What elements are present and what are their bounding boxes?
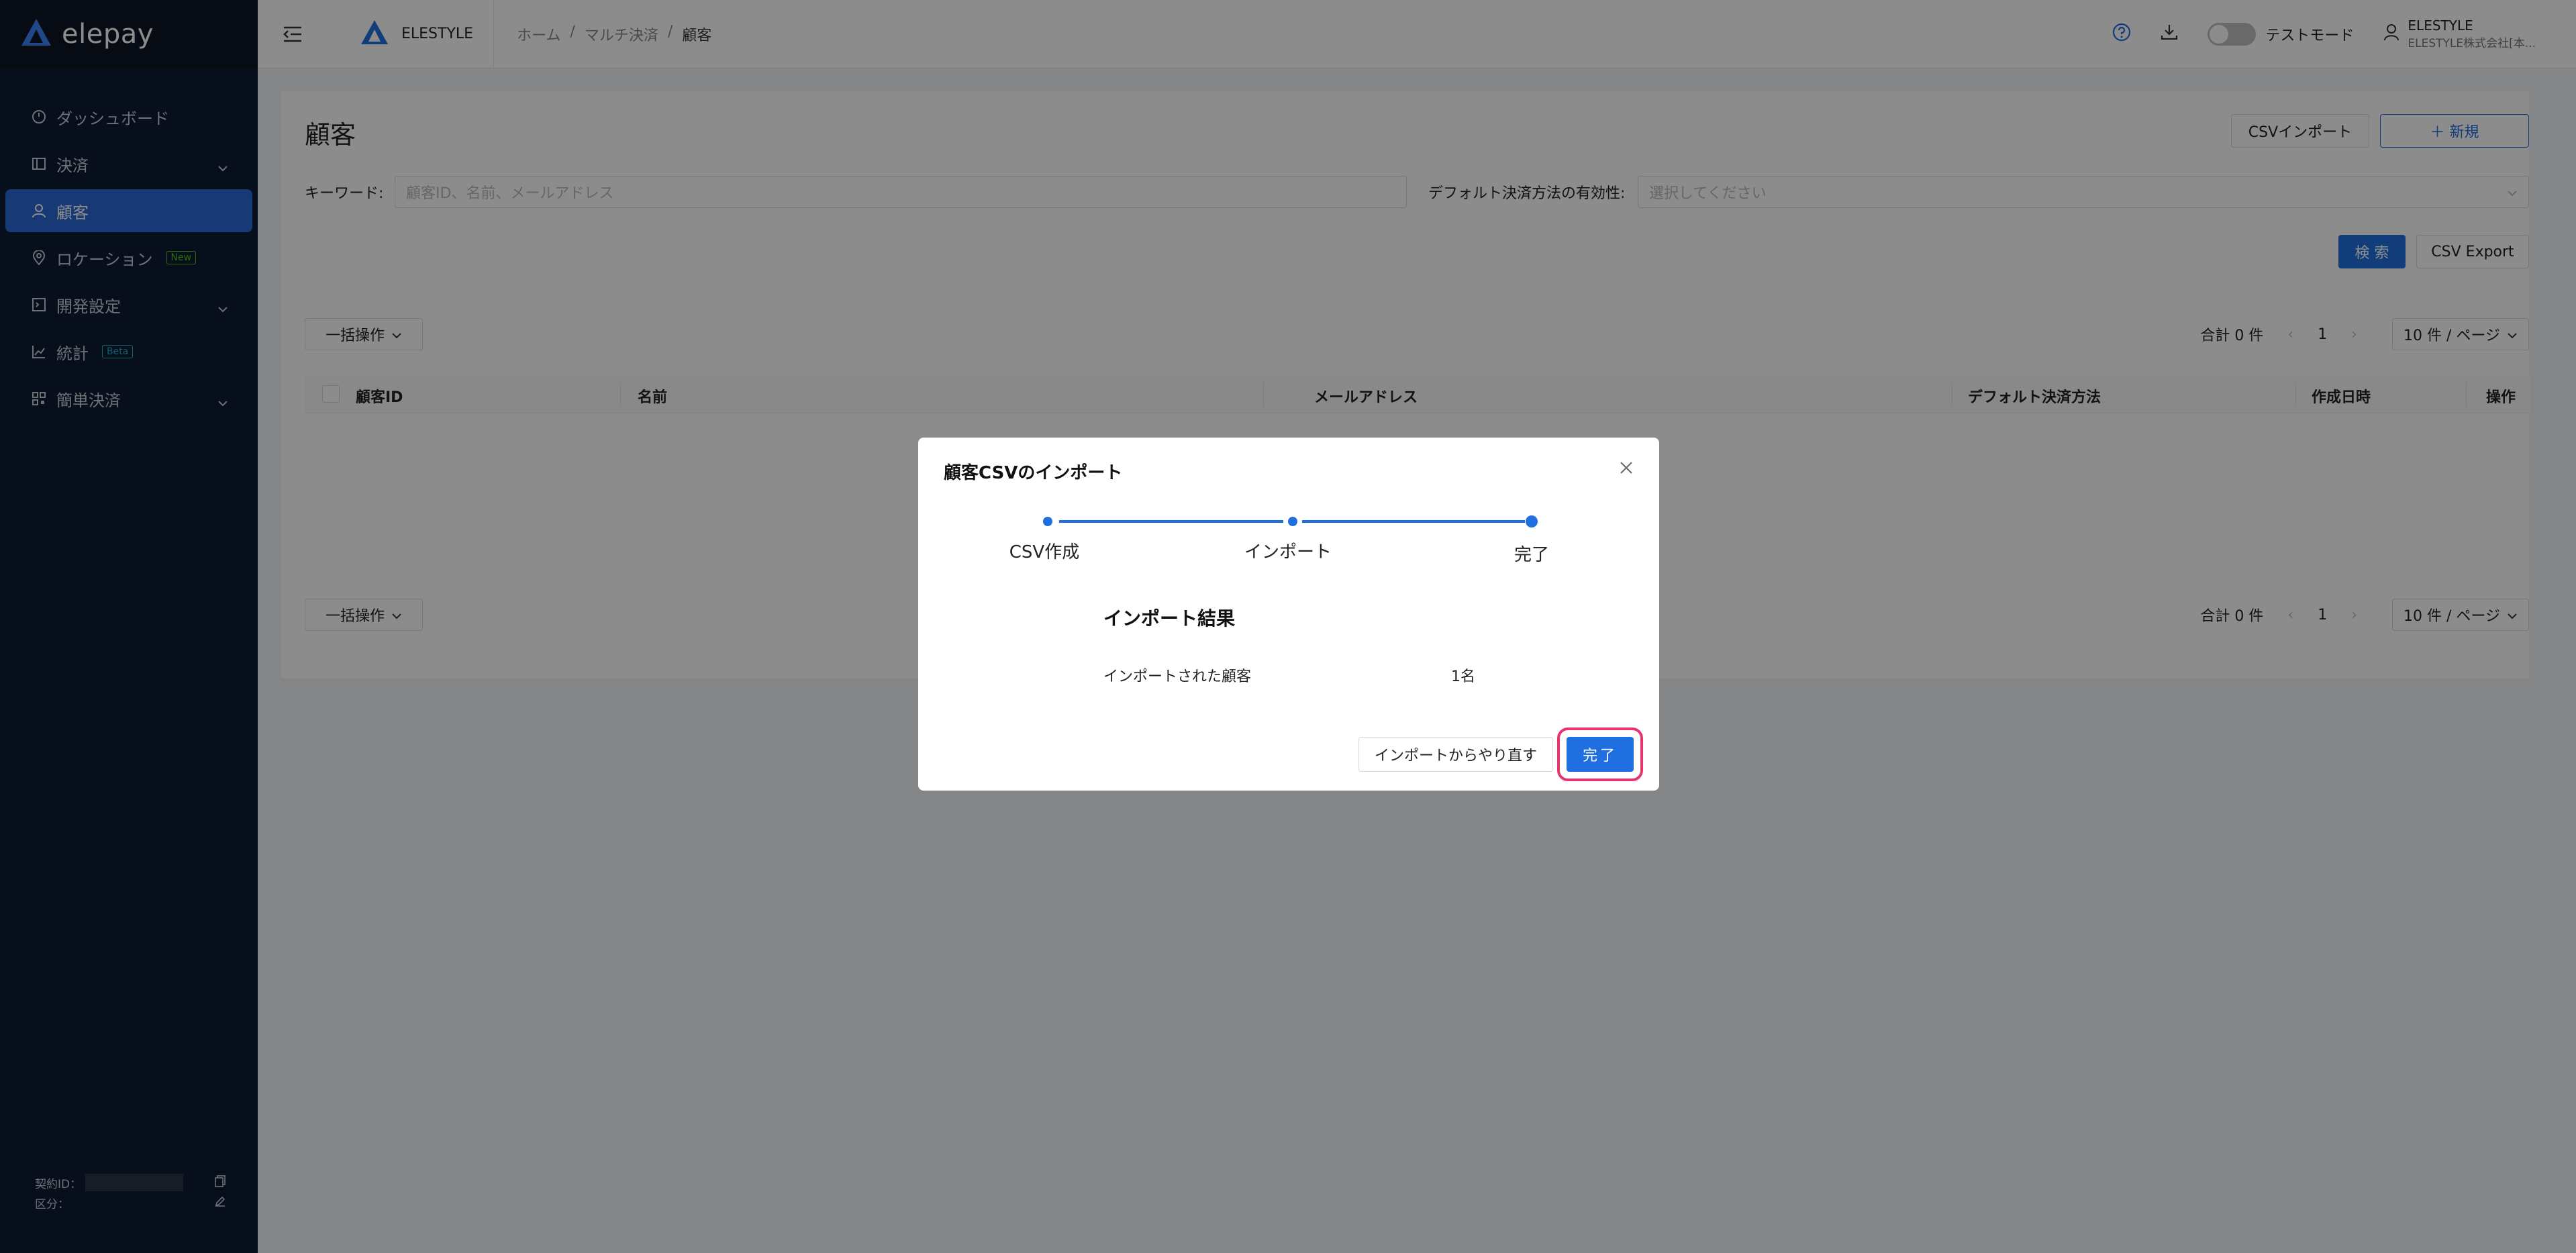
step-dot-import <box>1288 517 1297 526</box>
done-button[interactable]: 完了 <box>1567 737 1634 772</box>
step-connector <box>1059 520 1283 523</box>
modal-title: 顧客CSVのインポート <box>944 463 1123 483</box>
step-dot-done <box>1526 515 1538 528</box>
restart-import-button[interactable]: インポートからやり直す <box>1358 737 1553 772</box>
step-label-import: インポート <box>1244 542 1332 562</box>
import-result-title: インポート結果 <box>1103 607 1236 630</box>
step-label-csv: CSV作成 <box>1009 542 1080 562</box>
import-steps: CSV作成 インポート 完了 <box>918 511 1659 565</box>
imported-customers-label: インポートされた顧客 <box>1103 668 1252 685</box>
step-dot-csv <box>1043 517 1052 526</box>
csv-import-modal: 顧客CSVのインポート CSV作成 インポート 完了 インポート結果 インポート… <box>918 438 1659 791</box>
step-connector <box>1302 520 1525 523</box>
close-icon[interactable] <box>1615 456 1638 479</box>
imported-customers-value: 1名 <box>1451 668 1475 685</box>
step-label-done: 完了 <box>1514 545 1550 565</box>
done-button-highlight: 完了 <box>1557 728 1643 781</box>
